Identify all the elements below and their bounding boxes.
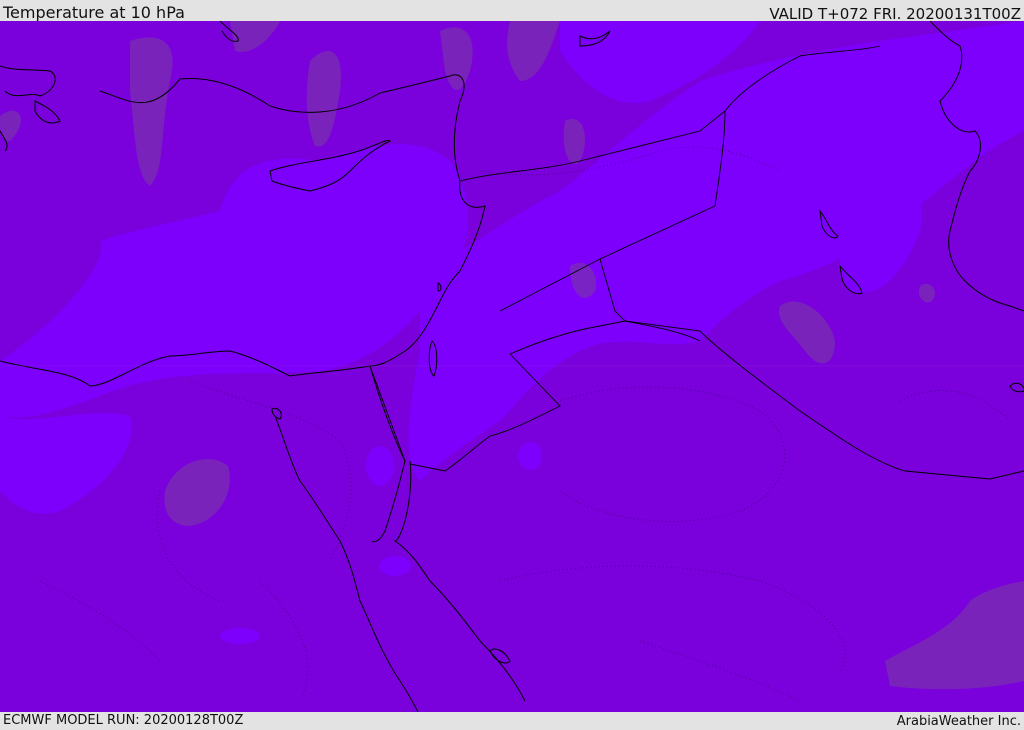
header-bar: Temperature at 10 hPa VALID T+072 FRI. 2… [0, 0, 1024, 23]
map-title: Temperature at 10 hPa [3, 3, 185, 22]
model-run: ECMWF MODEL RUN: 20200128T00Z [3, 713, 244, 728]
map-canvas [0, 21, 1024, 712]
footer-bar: ECMWF MODEL RUN: 20200128T00Z ArabiaWeat… [0, 712, 1024, 729]
weather-map [0, 21, 1024, 712]
credit-text: ArabiaWeather Inc. [896, 714, 1021, 729]
